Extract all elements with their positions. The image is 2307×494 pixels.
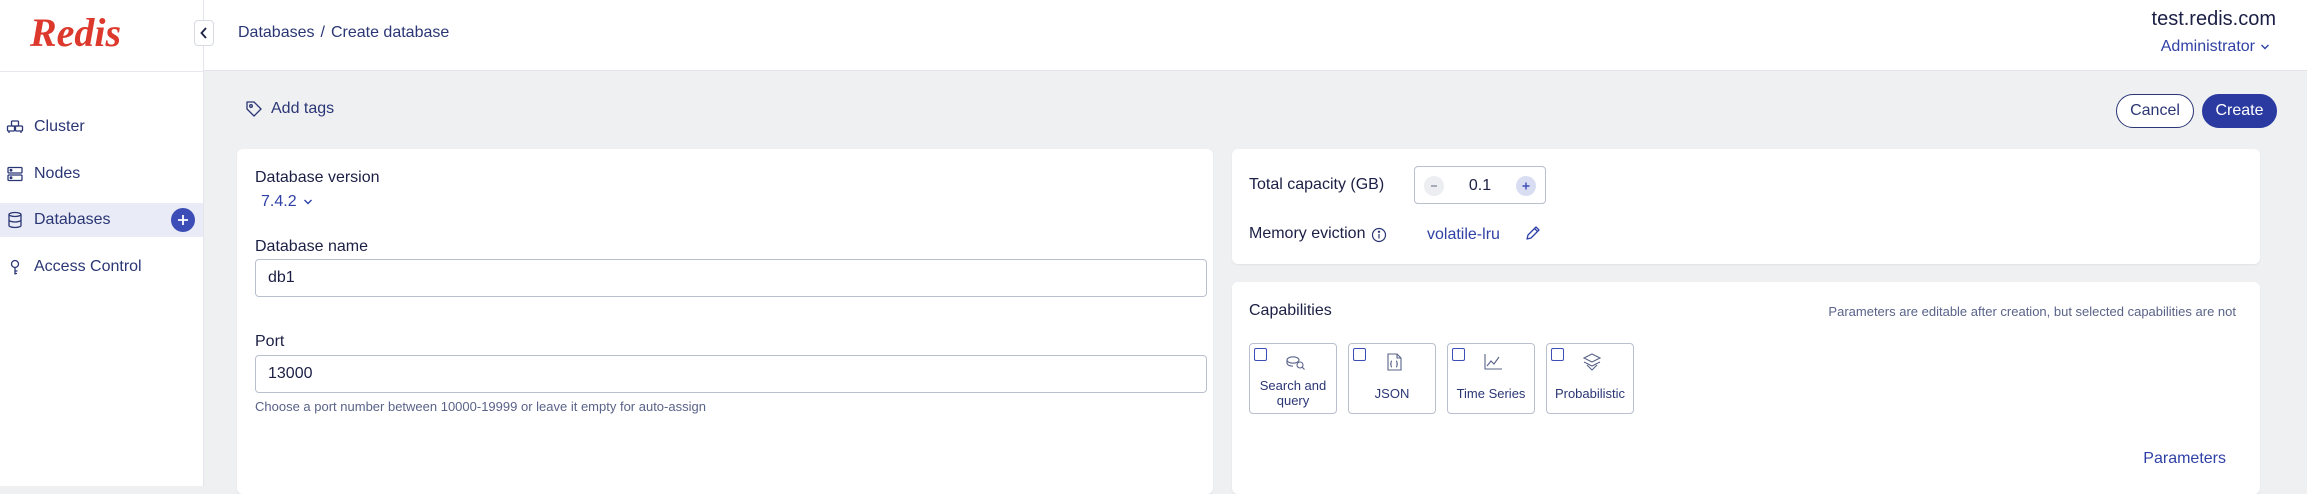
cancel-button[interactable]: Cancel (2116, 94, 2194, 128)
plus-icon (1522, 182, 1530, 190)
capability-label-line2: query (1276, 393, 1310, 408)
time-series-checkbox[interactable] (1452, 348, 1465, 361)
version-value: 7.4.2 (261, 193, 297, 210)
time-series-icon (1484, 354, 1502, 370)
sidebar-item-label: Databases (34, 211, 111, 228)
probabilistic-icon (1582, 353, 1602, 371)
pencil-icon[interactable] (1524, 224, 1542, 242)
capabilities-title: Capabilities (1249, 302, 1332, 319)
create-button[interactable]: Create (2202, 94, 2277, 128)
increment-button[interactable] (1516, 176, 1536, 196)
databases-icon (8, 211, 22, 229)
search-query-icon (1286, 356, 1305, 370)
search-and-query-checkbox[interactable] (1254, 348, 1267, 361)
eviction-value[interactable]: volatile-lru (1427, 226, 1500, 244)
capabilities-panel: Capabilities Parameters are editable aft… (1232, 282, 2260, 494)
json-checkbox[interactable] (1353, 348, 1366, 361)
info-icon[interactable] (1371, 227, 1387, 243)
capability-label: JSON (1374, 386, 1410, 401)
capability-json[interactable]: JSON (1348, 343, 1436, 414)
nodes-icon (7, 166, 23, 182)
role-label: Administrator (2160, 38, 2255, 55)
add-tags-button[interactable]: Add tags (245, 100, 334, 118)
capability-label: Probabilistic (1554, 386, 1626, 401)
cluster-icon (6, 120, 24, 133)
sidebar-item-nodes[interactable]: Nodes (0, 157, 203, 191)
memory-eviction-label: Memory eviction (1249, 225, 1366, 242)
chevron-left-icon (200, 27, 207, 39)
port-hint: Choose a port number between 10000-19999… (255, 399, 706, 414)
access-control-icon (10, 259, 20, 275)
breadcrumb: Databases / Create database (238, 24, 449, 42)
sidebar-item-cluster[interactable]: Cluster (0, 110, 203, 144)
capability-search-and-query[interactable]: Search and query (1249, 343, 1337, 414)
capability-label: Time Series (1456, 386, 1526, 401)
capacity-stepper[interactable]: 0.1 (1414, 166, 1546, 204)
sidebar-divider (0, 71, 204, 72)
port-input[interactable] (255, 355, 1207, 393)
cluster-host: test.redis.com (2151, 8, 2276, 30)
database-name-input[interactable] (255, 259, 1207, 297)
capacity-panel: Total capacity (GB) 0.1 Memory eviction … (1232, 149, 2260, 264)
capability-time-series[interactable]: Time Series (1447, 343, 1535, 414)
version-label: Database version (255, 169, 380, 186)
breadcrumb-current: Create database (330, 24, 450, 41)
parameters-link[interactable]: Parameters (2143, 450, 2226, 468)
sidebar-item-access-control[interactable]: Access Control (0, 250, 203, 284)
probabilistic-checkbox[interactable] (1551, 348, 1564, 361)
json-icon (1387, 353, 1402, 371)
role-dropdown[interactable]: Administrator (2161, 38, 2270, 56)
capability-label: Search and (1259, 378, 1327, 393)
sidebar-item-label: Nodes (34, 165, 81, 182)
collapse-sidebar-button[interactable] (194, 20, 214, 46)
capabilities-note: Parameters are editable after creation, … (1828, 304, 2236, 319)
port-label: Port (255, 333, 285, 350)
plus-icon (178, 215, 188, 225)
database-form-panel: Database version 7.4.2 Database name Por… (237, 149, 1213, 494)
breadcrumb-separator: / (320, 24, 325, 41)
tag-icon (246, 101, 262, 117)
svg-text:Redis: Redis (29, 10, 121, 55)
sidebar-item-databases[interactable]: Databases (0, 203, 203, 237)
add-database-button[interactable] (171, 208, 195, 232)
chevron-down-icon (2261, 44, 2269, 50)
breadcrumb-databases-link[interactable]: Databases (238, 24, 315, 41)
capability-probabilistic[interactable]: Probabilistic (1546, 343, 1634, 414)
sidebar-item-label: Access Control (34, 258, 142, 275)
sidebar: Redis Cluster Nodes Databases Access Con… (0, 0, 204, 486)
chevron-down-icon (303, 199, 312, 205)
version-select[interactable]: 7.4.2 (261, 193, 313, 211)
add-tags-label: Add tags (271, 100, 335, 117)
sidebar-item-label: Cluster (34, 118, 85, 135)
redis-logo[interactable]: Redis (28, 8, 168, 58)
capacity-label: Total capacity (GB) (1249, 176, 1385, 193)
database-name-label: Database name (255, 238, 368, 255)
topbar: Databases / Create database test.redis.com… (204, 0, 2307, 71)
